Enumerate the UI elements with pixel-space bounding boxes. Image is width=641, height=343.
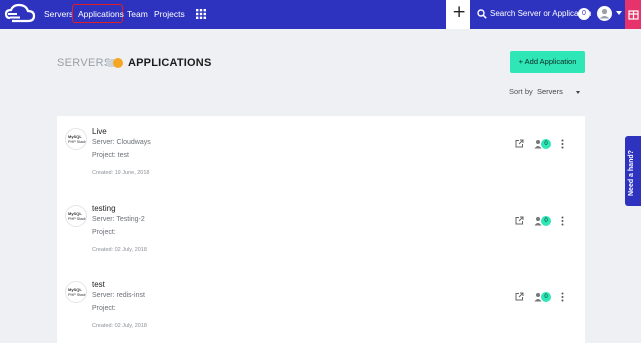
external-link-icon[interactable] (515, 216, 524, 225)
nav-team[interactable]: Team (127, 9, 148, 19)
app-created: Created: 02 July, 2018 (92, 247, 147, 253)
user-count-badge: 0 (541, 292, 551, 302)
plus-icon: + (452, 2, 467, 22)
logo-text: PHP Stack (68, 293, 87, 297)
add-application-button[interactable]: + Add Application (510, 51, 585, 73)
sort-select[interactable]: Servers (537, 87, 563, 96)
chevron-down-icon[interactable] (576, 91, 580, 94)
app-created: Created: 19 June, 2018 (92, 170, 150, 176)
application-list: MySQL PHP Stack Live Server: Cloudways P… (57, 116, 585, 343)
search-icon[interactable] (477, 9, 487, 19)
app-server: Server: Cloudways (92, 139, 151, 146)
user-avatar-icon[interactable] (597, 6, 612, 21)
top-navbar: Servers Applications Team Projects + Sea… (0, 0, 641, 29)
app-project: Project: test (92, 152, 129, 159)
logo-text: PHP Stack (68, 140, 87, 144)
need-a-hand-tab[interactable]: Need a hand? (625, 136, 641, 206)
sort-label: Sort by (509, 87, 533, 96)
gift-button[interactable] (625, 0, 641, 29)
logo-text: MySQL (68, 134, 82, 139)
toggle-knob (113, 58, 123, 68)
notification-badge[interactable]: 0 (578, 8, 590, 20)
view-toggle[interactable] (106, 58, 123, 68)
list-item[interactable]: MySQL PHP Stack test Server: redis-inst … (57, 269, 585, 339)
user-count-badge: 0 (541, 139, 551, 149)
chevron-down-icon[interactable] (616, 11, 622, 15)
nav-projects[interactable]: Projects (154, 9, 185, 19)
app-name[interactable]: Live (92, 127, 107, 136)
cloudways-logo-icon[interactable] (4, 3, 36, 25)
list-item[interactable]: MySQL PHP Stack Live Server: Cloudways P… (57, 116, 585, 186)
app-server: Server: redis-inst (92, 292, 145, 299)
app-name[interactable]: test (92, 280, 105, 289)
breadcrumb-servers[interactable]: SERVERS (57, 57, 111, 69)
gift-icon (628, 10, 639, 20)
nav-applications[interactable]: Applications (78, 9, 124, 19)
more-vertical-icon[interactable] (561, 216, 564, 226)
help-label: Need a hand? (628, 150, 635, 196)
external-link-icon[interactable] (515, 139, 524, 148)
logo-text: MySQL (68, 211, 82, 216)
page-title: APPLICATIONS (128, 57, 212, 69)
app-project: Project: (92, 229, 116, 236)
php-stack-logo: MySQL PHP Stack (65, 281, 87, 303)
user-count-badge: 0 (541, 216, 551, 226)
php-stack-logo: MySQL PHP Stack (65, 128, 87, 150)
logo-text: PHP Stack (68, 217, 87, 221)
php-stack-logo: MySQL PHP Stack (65, 205, 87, 227)
app-name[interactable]: testing (92, 204, 116, 213)
more-vertical-icon[interactable] (561, 292, 564, 302)
app-project: Project: (92, 305, 116, 312)
add-new-button[interactable]: + (446, 0, 470, 29)
app-created: Created: 02 July, 2018 (92, 323, 147, 329)
list-item[interactable]: MySQL PHP Stack testing Server: Testing-… (57, 193, 585, 263)
logo-text: MySQL (68, 287, 82, 292)
app-server: Server: Testing-2 (92, 216, 145, 223)
external-link-icon[interactable] (515, 292, 524, 301)
nav-servers[interactable]: Servers (44, 9, 73, 19)
search-input[interactable]: Search Server or Application (490, 9, 591, 18)
grid-icon[interactable] (196, 9, 206, 19)
more-vertical-icon[interactable] (561, 139, 564, 149)
